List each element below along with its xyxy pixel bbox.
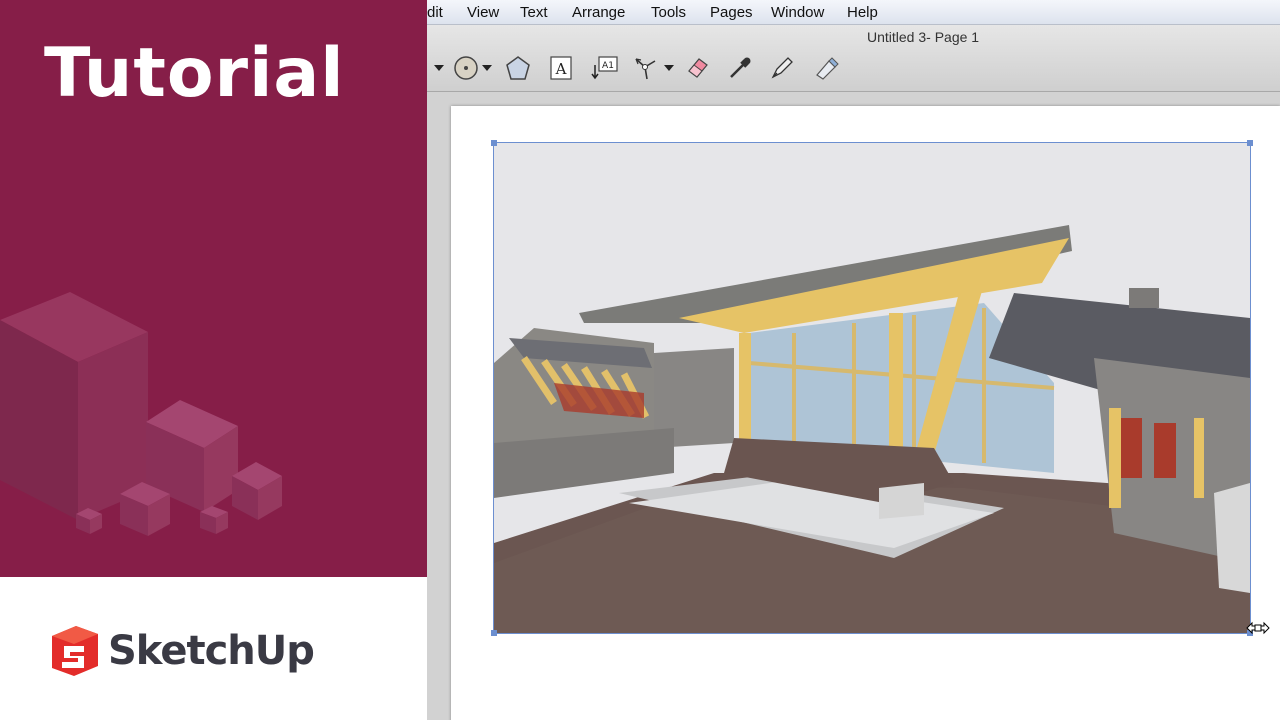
eyedropper-tool-button[interactable] xyxy=(727,53,753,83)
brand-name: SketchUp xyxy=(108,628,315,674)
horizontal-resize-icon xyxy=(1246,621,1270,635)
menu-tools[interactable]: Tools xyxy=(651,4,686,21)
style-pen-button[interactable] xyxy=(769,53,795,83)
polygon-tool-button[interactable] xyxy=(505,53,531,83)
menu-edit[interactable]: dit xyxy=(427,4,443,21)
drawing-canvas[interactable] xyxy=(427,92,1280,720)
window-title: Untitled 3- Page 1 xyxy=(867,29,980,45)
model-viewport[interactable] xyxy=(493,142,1251,634)
menu-window[interactable]: Window xyxy=(771,4,824,21)
menu-text[interactable]: Text xyxy=(520,4,548,21)
dimension-tool-icon xyxy=(635,58,656,80)
sketchup-logo: SketchUp xyxy=(50,624,315,678)
selection-handle[interactable] xyxy=(1247,140,1253,146)
text-tool-icon: A xyxy=(550,56,572,80)
label-tool-icon: A1 xyxy=(591,56,618,80)
promo-background: Tutorial xyxy=(0,0,427,577)
document-page[interactable] xyxy=(451,106,1280,720)
text-tool-button[interactable]: A xyxy=(549,53,573,83)
sketchup-logo-icon xyxy=(52,626,98,676)
split-tool-button[interactable] xyxy=(813,53,839,83)
menu-arrange[interactable]: Arrange xyxy=(572,4,625,21)
promo-panel: Tutorial SketchUp xyxy=(0,0,427,720)
decorative-cubes xyxy=(0,292,282,536)
label-tool-button[interactable]: A1 xyxy=(591,53,619,83)
tutorial-title: Tutorial xyxy=(44,34,345,113)
menu-pages[interactable]: Pages xyxy=(710,4,753,21)
circle-tool-button[interactable] xyxy=(453,53,492,83)
style-pen-icon xyxy=(771,57,793,79)
toolbar: Untitled 3- Page 1 A A1 xyxy=(427,25,1280,92)
layout-app-window: dit View Text Arrange Tools Pages Window… xyxy=(427,0,1280,720)
menu-help[interactable]: Help xyxy=(847,4,878,21)
svg-text:A1: A1 xyxy=(602,61,614,71)
polygon-shape-icon xyxy=(506,56,530,80)
eraser-tool-button[interactable] xyxy=(685,53,711,83)
eraser-icon xyxy=(688,58,708,78)
dropdown-arrow-icon[interactable] xyxy=(431,53,444,83)
split-tool-icon xyxy=(816,57,839,80)
dimension-tool-button[interactable] xyxy=(633,53,674,83)
eyedropper-icon xyxy=(730,57,751,78)
selection-handle[interactable] xyxy=(491,630,497,636)
menu-view[interactable]: View xyxy=(467,4,499,21)
svg-text:A: A xyxy=(555,60,567,78)
building-model-render xyxy=(494,143,1250,633)
selection-handle[interactable] xyxy=(491,140,497,146)
circle-shape-icon xyxy=(454,56,478,80)
menu-bar: dit View Text Arrange Tools Pages Window… xyxy=(427,0,1280,25)
